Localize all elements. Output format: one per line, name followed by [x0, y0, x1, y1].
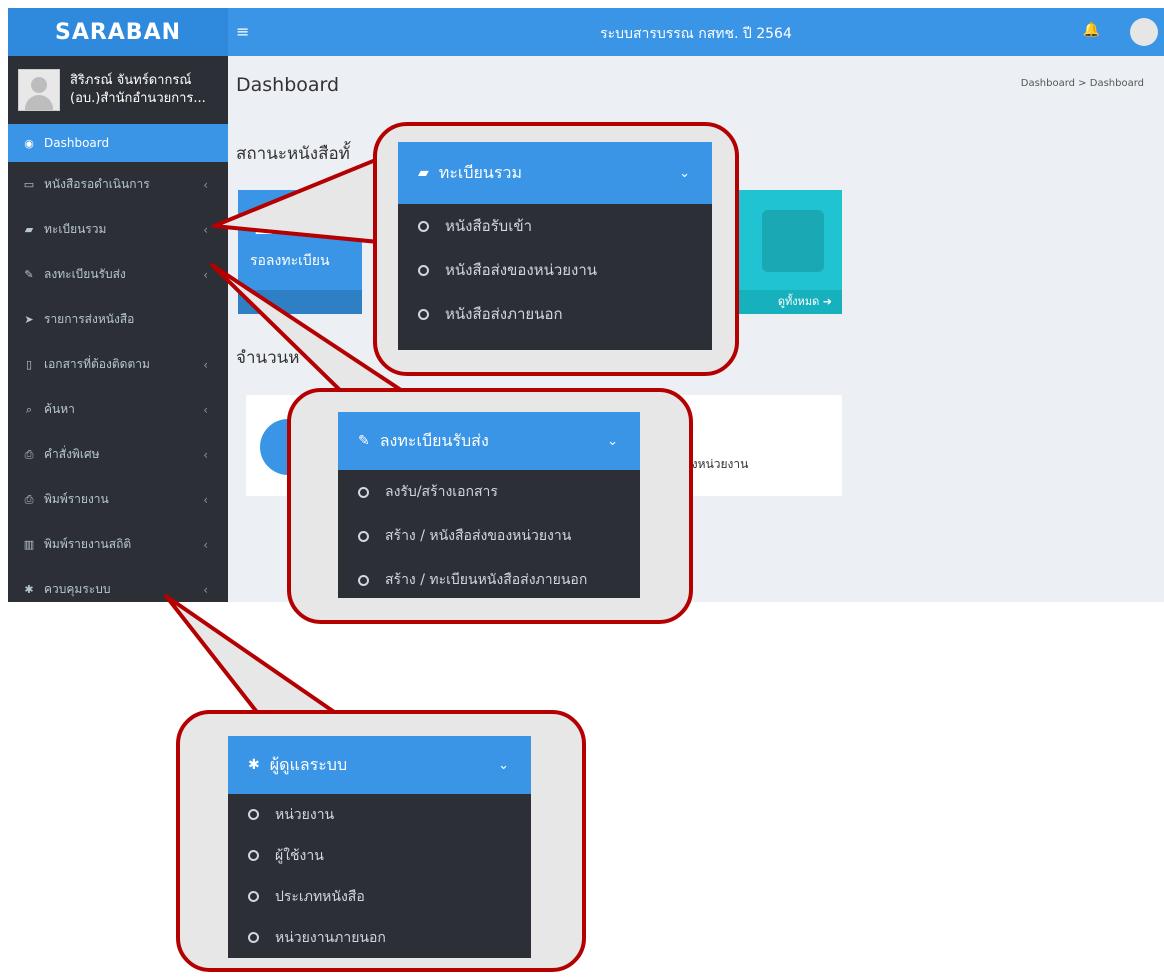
sendrecv-item-unit-outgoing[interactable]: สร้าง / หนังสือส่งของหน่วยงาน	[338, 514, 640, 558]
register-item-incoming[interactable]: หนังสือรับเข้า	[398, 204, 712, 248]
circle-icon	[418, 264, 429, 276]
send-receive-dropdown: ✎ ลงทะเบียนรับส่ง ⌄ ลงรับ/สร้างเอกสาร สร้า…	[338, 412, 640, 598]
admin-item-doc-types[interactable]: ประเภทหนังสือ	[228, 876, 531, 917]
sendrecv-item-create-doc[interactable]: ลงรับ/สร้างเอกสาร	[338, 470, 640, 514]
register-dropdown-header[interactable]: ▰ ทะเบียนรวม ⌄	[398, 142, 712, 204]
chevron-down-icon: ⌄	[498, 757, 509, 773]
admin-item-users[interactable]: ผู้ใช้งาน	[228, 835, 531, 876]
register-item-unit-outgoing[interactable]: หนังสือส่งของหน่วยงาน	[398, 248, 712, 292]
chevron-down-icon: ⌄	[607, 433, 618, 449]
circle-icon	[418, 308, 429, 320]
book-icon: ▰	[418, 165, 429, 181]
send-receive-dropdown-header[interactable]: ✎ ลงทะเบียนรับส่ง ⌄	[338, 412, 640, 470]
circle-icon	[418, 220, 429, 232]
circle-icon	[248, 809, 259, 820]
circle-icon	[358, 530, 369, 542]
circle-icon	[248, 891, 259, 902]
register-dropdown: ▰ ทะเบียนรวม ⌄ หนังสือรับเข้า หนังสือส่งขอ…	[398, 142, 712, 350]
circle-icon	[248, 850, 259, 861]
admin-item-units[interactable]: หน่วยงาน	[228, 794, 531, 835]
gear-icon: ✱	[248, 757, 260, 773]
circle-icon	[358, 574, 369, 586]
admin-item-external-units[interactable]: หน่วยงานภายนอก	[228, 917, 531, 958]
sendrecv-item-external-outgoing[interactable]: สร้าง / ทะเบียนหนังสือส่งภายนอก	[338, 558, 640, 602]
admin-dropdown-header[interactable]: ✱ ผู้ดูแลระบบ ⌄	[228, 736, 531, 794]
admin-dropdown: ✱ ผู้ดูแลระบบ ⌄ หน่วยงาน ผู้ใช้งาน ประเภทห…	[228, 736, 531, 958]
circle-icon	[248, 932, 259, 943]
chevron-down-icon: ⌄	[679, 165, 690, 181]
edit-icon: ✎	[358, 433, 370, 449]
circle-icon	[358, 486, 369, 498]
register-item-external-outgoing[interactable]: หนังสือส่งภายนอก	[398, 292, 712, 336]
